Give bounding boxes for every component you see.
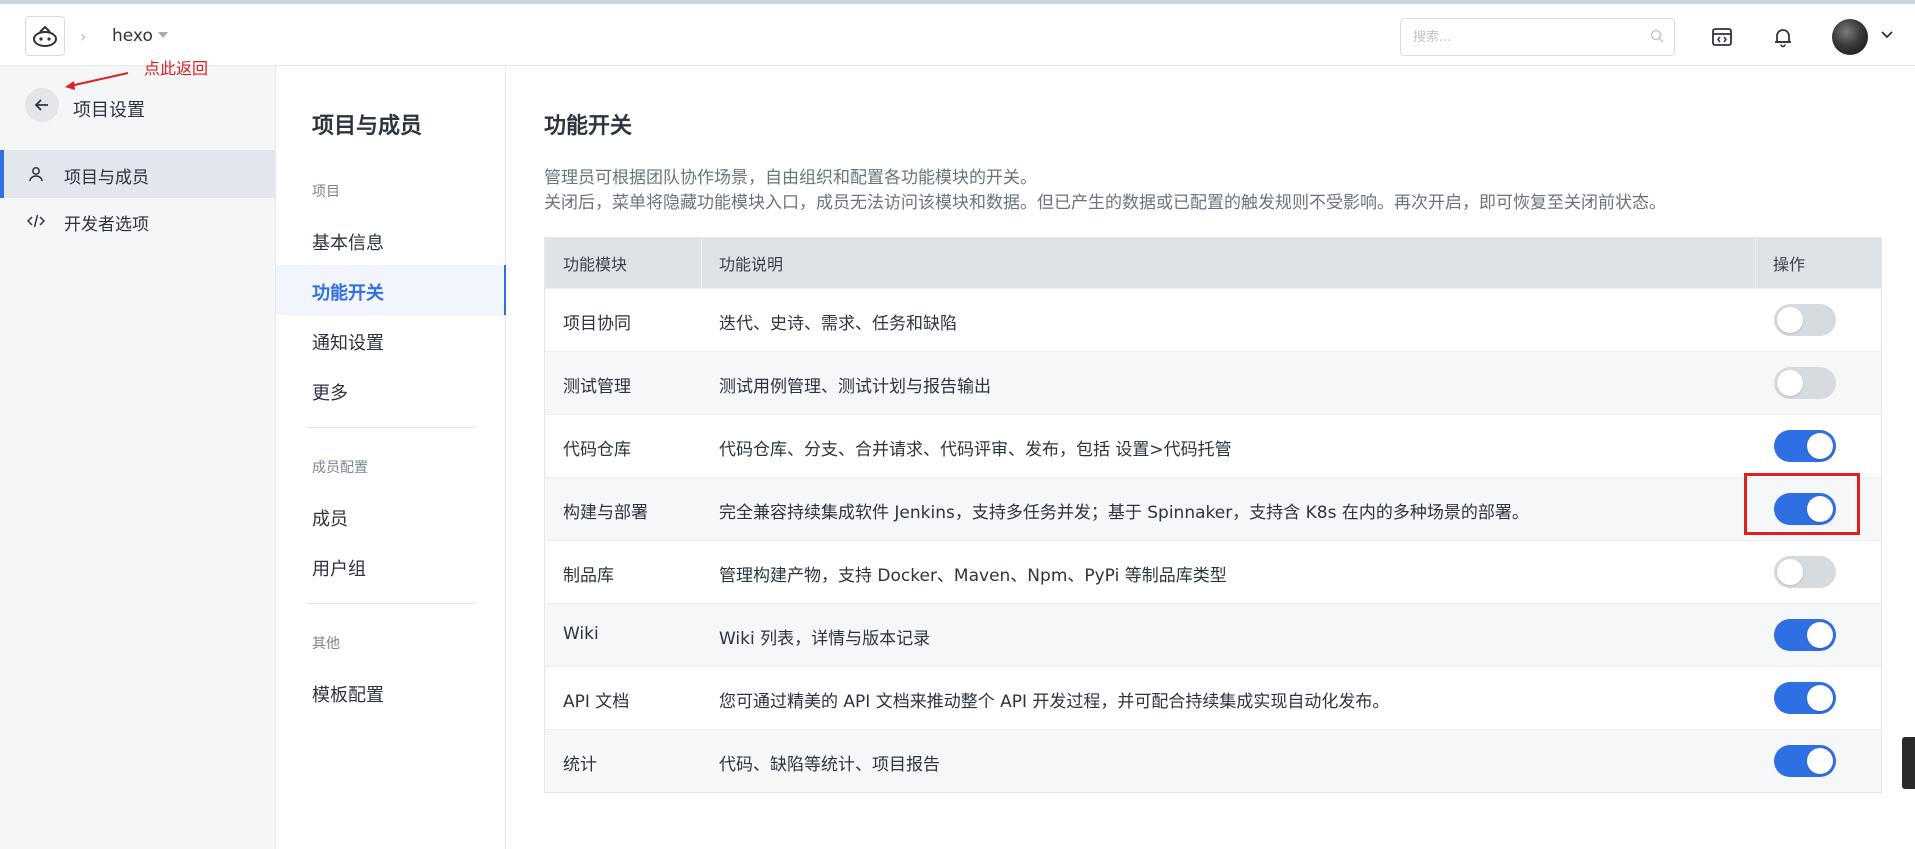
back-button[interactable] xyxy=(25,88,59,122)
module-description: 完全兼容持续集成软件 Jenkins，支持多任务并发；基于 Spinnaker，… xyxy=(719,503,1529,523)
module-name: 统计 xyxy=(563,755,597,775)
annotation-highlight-box xyxy=(1744,473,1860,535)
table-header: 功能模块 功能说明 操作 xyxy=(545,238,1881,288)
calendar-code-icon[interactable] xyxy=(1709,24,1735,50)
module-toggle[interactable] xyxy=(1774,745,1836,777)
floating-side-tab[interactable] xyxy=(1902,737,1915,789)
toggle-knob xyxy=(1777,370,1803,396)
logo-icon xyxy=(33,25,57,47)
subnav-item-label: 功能开关 xyxy=(312,283,384,304)
module-name: 构建与部署 xyxy=(563,503,648,523)
column-header-module: 功能模块 xyxy=(563,255,628,274)
page-description-line-1: 管理员可根据团队协作场景，自由组织和配置各功能模块的开关。 xyxy=(544,168,1037,188)
search-box[interactable] xyxy=(1400,18,1675,56)
table-row: API 文档 您可通过精美的 API 文档来推动整个 API 开发过程，并可配合… xyxy=(545,666,1881,729)
toggle-knob xyxy=(1807,748,1833,774)
module-toggle[interactable] xyxy=(1774,367,1836,399)
sidebar-item-developer-options[interactable]: 开发者选项 xyxy=(0,197,275,245)
search-input[interactable] xyxy=(1401,19,1631,55)
module-description: 您可通过精美的 API 文档来推动整个 API 开发过程，并可配合持续集成实现自… xyxy=(719,692,1390,712)
subnav-item-user-groups[interactable]: 用户组 xyxy=(276,541,506,591)
table-body: 项目协同 迭代、史诗、需求、任务和缺陷 测试管理 测试用例管理、测试计划与报告输… xyxy=(545,288,1881,792)
subnav: 项目与成员 项目 基本信息 功能开关 通知设置 更多 成员配置 成员 用户组 其… xyxy=(276,66,507,849)
toggle-knob xyxy=(1807,685,1833,711)
subnav-item-label: 基本信息 xyxy=(312,233,384,254)
module-name: 代码仓库 xyxy=(563,440,631,460)
table-row: 测试管理 测试用例管理、测试计划与报告输出 xyxy=(545,351,1881,414)
sidebar-title: 项目设置 xyxy=(73,100,145,121)
subnav-item-more[interactable]: 更多 xyxy=(276,365,506,415)
subnav-item-label: 更多 xyxy=(312,383,348,404)
table-row: 构建与部署 完全兼容持续集成软件 Jenkins，支持多任务并发；基于 Spin… xyxy=(545,477,1881,540)
sidebar-item-label: 开发者选项 xyxy=(64,215,149,235)
table-row: 统计 代码、缺陷等统计、项目报告 xyxy=(545,729,1881,792)
page-title: 功能开关 xyxy=(544,114,633,139)
toggle-knob xyxy=(1807,622,1833,648)
toggle-knob xyxy=(1777,307,1803,333)
module-description: Wiki 列表，详情与版本记录 xyxy=(719,629,931,649)
toggle-knob xyxy=(1807,433,1833,459)
column-header-description: 功能说明 xyxy=(719,255,784,274)
divider xyxy=(306,603,476,604)
bell-icon[interactable] xyxy=(1770,24,1796,50)
module-description: 代码仓库、分支、合并请求、代码评审、发布，包括 设置>代码托管 xyxy=(719,440,1232,460)
module-toggle[interactable] xyxy=(1774,682,1836,714)
page-description-line-2: 关闭后，菜单将隐藏功能模块入口，成员无法访问该模块和数据。但已产生的数据或已配置… xyxy=(544,193,1666,213)
divider xyxy=(306,427,476,428)
annotation-arrow-icon xyxy=(65,72,129,90)
table-row: 项目协同 迭代、史诗、需求、任务和缺陷 xyxy=(545,288,1881,351)
arrow-left-icon xyxy=(34,99,48,111)
subnav-item-label: 成员 xyxy=(312,509,348,530)
subnav-item-basic-info[interactable]: 基本信息 xyxy=(276,215,506,265)
sidebar-item-label: 项目与成员 xyxy=(64,168,149,188)
module-description: 测试用例管理、测试计划与报告输出 xyxy=(719,377,991,397)
column-header-action: 操作 xyxy=(1773,255,1806,274)
caret-down-icon[interactable] xyxy=(158,32,168,38)
logo[interactable] xyxy=(25,16,65,56)
subnav-item-feature-switch[interactable]: 功能开关 xyxy=(276,265,507,315)
module-name: 项目协同 xyxy=(563,314,631,334)
main-content: 功能开关 管理员可根据团队协作场景，自由组织和配置各功能模块的开关。 关闭后，菜… xyxy=(506,66,1915,849)
chevron-down-icon[interactable] xyxy=(1880,30,1894,40)
module-description: 代码、缺陷等统计、项目报告 xyxy=(719,755,940,775)
settings-sidebar: 项目设置 项目与成员 开发者选项 xyxy=(0,66,276,849)
module-toggle[interactable] xyxy=(1774,430,1836,462)
code-icon xyxy=(27,212,45,230)
feature-table: 功能模块 功能说明 操作 项目协同 迭代、史诗、需求、任务和缺陷 测试管理 测试… xyxy=(544,237,1882,793)
subnav-item-template-config[interactable]: 模板配置 xyxy=(276,667,506,717)
subnav-item-label: 通知设置 xyxy=(312,333,384,354)
subnav-item-label: 用户组 xyxy=(312,559,366,580)
project-selector[interactable]: hexo xyxy=(112,26,153,46)
table-row: 代码仓库 代码仓库、分支、合并请求、代码评审、发布，包括 设置>代码托管 xyxy=(545,414,1881,477)
subnav-title: 项目与成员 xyxy=(312,114,423,139)
search-icon[interactable] xyxy=(1650,29,1664,43)
module-name: 制品库 xyxy=(563,566,614,586)
module-name: Wiki xyxy=(563,624,599,644)
subnav-group-label: 其他 xyxy=(312,636,340,652)
chevron-right-icon: › xyxy=(80,27,87,46)
module-description: 迭代、史诗、需求、任务和缺陷 xyxy=(719,314,957,334)
table-row: 制品库 管理构建产物，支持 Docker、Maven、Npm、PyPi 等制品库… xyxy=(545,540,1881,603)
sidebar-item-project-members[interactable]: 项目与成员 xyxy=(0,150,275,198)
module-name: API 文档 xyxy=(563,692,630,712)
subnav-item-label: 模板配置 xyxy=(312,685,384,706)
avatar[interactable] xyxy=(1832,19,1868,55)
module-description: 管理构建产物，支持 Docker、Maven、Npm、PyPi 等制品库类型 xyxy=(719,566,1227,586)
subnav-group-label: 成员配置 xyxy=(312,460,368,476)
table-row: Wiki Wiki 列表，详情与版本记录 xyxy=(545,603,1881,666)
module-toggle[interactable] xyxy=(1774,556,1836,588)
subnav-item-members[interactable]: 成员 xyxy=(276,491,506,541)
module-toggle[interactable] xyxy=(1774,619,1836,651)
top-bar: › hexo xyxy=(0,0,1915,66)
module-toggle[interactable] xyxy=(1774,304,1836,336)
user-icon xyxy=(27,165,45,183)
module-name: 测试管理 xyxy=(563,377,631,397)
subnav-item-notification[interactable]: 通知设置 xyxy=(276,315,506,365)
annotation-text: 点此返回 xyxy=(144,59,209,78)
toggle-knob xyxy=(1777,559,1803,585)
subnav-group-label: 项目 xyxy=(312,184,340,200)
